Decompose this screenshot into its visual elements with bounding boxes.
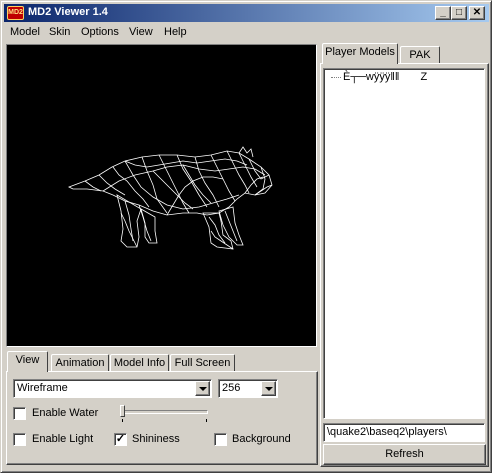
menu-skin[interactable]: Skin <box>49 26 70 38</box>
close-button[interactable]: ✕ <box>469 6 485 20</box>
menu-model[interactable]: Model <box>10 26 40 38</box>
refresh-button[interactable]: Refresh <box>323 444 486 465</box>
texture-size-select[interactable]: 256 <box>218 379 278 398</box>
window-title: MD2 Viewer 1.4 <box>28 6 108 18</box>
render-mode-value: Wireframe <box>17 382 68 394</box>
texture-size-value: 256 <box>222 382 241 394</box>
checkmark-icon: ✓ <box>115 433 126 445</box>
shininess-checkbox[interactable]: ✓ <box>114 433 127 446</box>
enable-light-label: Enable Light <box>32 433 94 445</box>
tab-player-models[interactable]: Player Models <box>322 43 398 64</box>
model-viewport[interactable] <box>6 44 317 347</box>
slider-tick <box>122 419 123 422</box>
shininess-label: Shininess <box>132 433 180 445</box>
tree-item-name: È┬─wÿÿÿǁǁ <box>343 71 400 83</box>
background-checkbox[interactable] <box>214 433 227 446</box>
enable-light-checkbox[interactable] <box>13 433 26 446</box>
menu-bar: Model Skin Options View Help <box>4 24 489 42</box>
menu-help[interactable]: Help <box>164 26 187 38</box>
water-slider-track[interactable] <box>124 410 208 414</box>
slider-tick <box>206 419 207 422</box>
minimize-button[interactable]: _ <box>435 6 451 20</box>
tree-item-suffix: Z <box>420 71 428 83</box>
app-icon[interactable]: MD2 <box>7 6 24 20</box>
wireframe-model <box>68 146 273 250</box>
tab-model-info[interactable]: Model Info <box>110 354 169 372</box>
app-window: MD2 MD2 Viewer 1.4 _ □ ✕ Model Skin Opti… <box>0 0 492 473</box>
menu-view[interactable]: View <box>129 26 153 38</box>
chevron-down-icon[interactable] <box>195 381 210 396</box>
tree-connector <box>331 77 341 78</box>
chevron-down-icon[interactable] <box>261 381 276 396</box>
tab-animation[interactable]: Animation <box>51 354 109 372</box>
players-path-field[interactable]: \quake2\baseq2\players\ <box>323 423 485 442</box>
title-bar[interactable]: MD2 MD2 Viewer 1.4 _ □ ✕ <box>4 4 489 22</box>
render-mode-select[interactable]: Wireframe <box>13 379 212 398</box>
background-label: Background <box>232 433 291 445</box>
maximize-button[interactable]: □ <box>451 6 467 20</box>
tab-view[interactable]: View <box>7 351 48 372</box>
menu-options[interactable]: Options <box>81 26 119 38</box>
enable-water-checkbox[interactable] <box>13 407 26 420</box>
tab-pak[interactable]: PAK <box>400 46 440 64</box>
enable-water-label: Enable Water <box>32 407 99 419</box>
player-models-tree[interactable]: È┬─wÿÿÿǁǁ Z <box>323 68 485 419</box>
tab-full-screen[interactable]: Full Screen <box>170 354 235 372</box>
tree-item[interactable]: È┬─wÿÿÿǁǁ Z <box>343 71 427 83</box>
water-slider-thumb[interactable] <box>120 405 125 417</box>
